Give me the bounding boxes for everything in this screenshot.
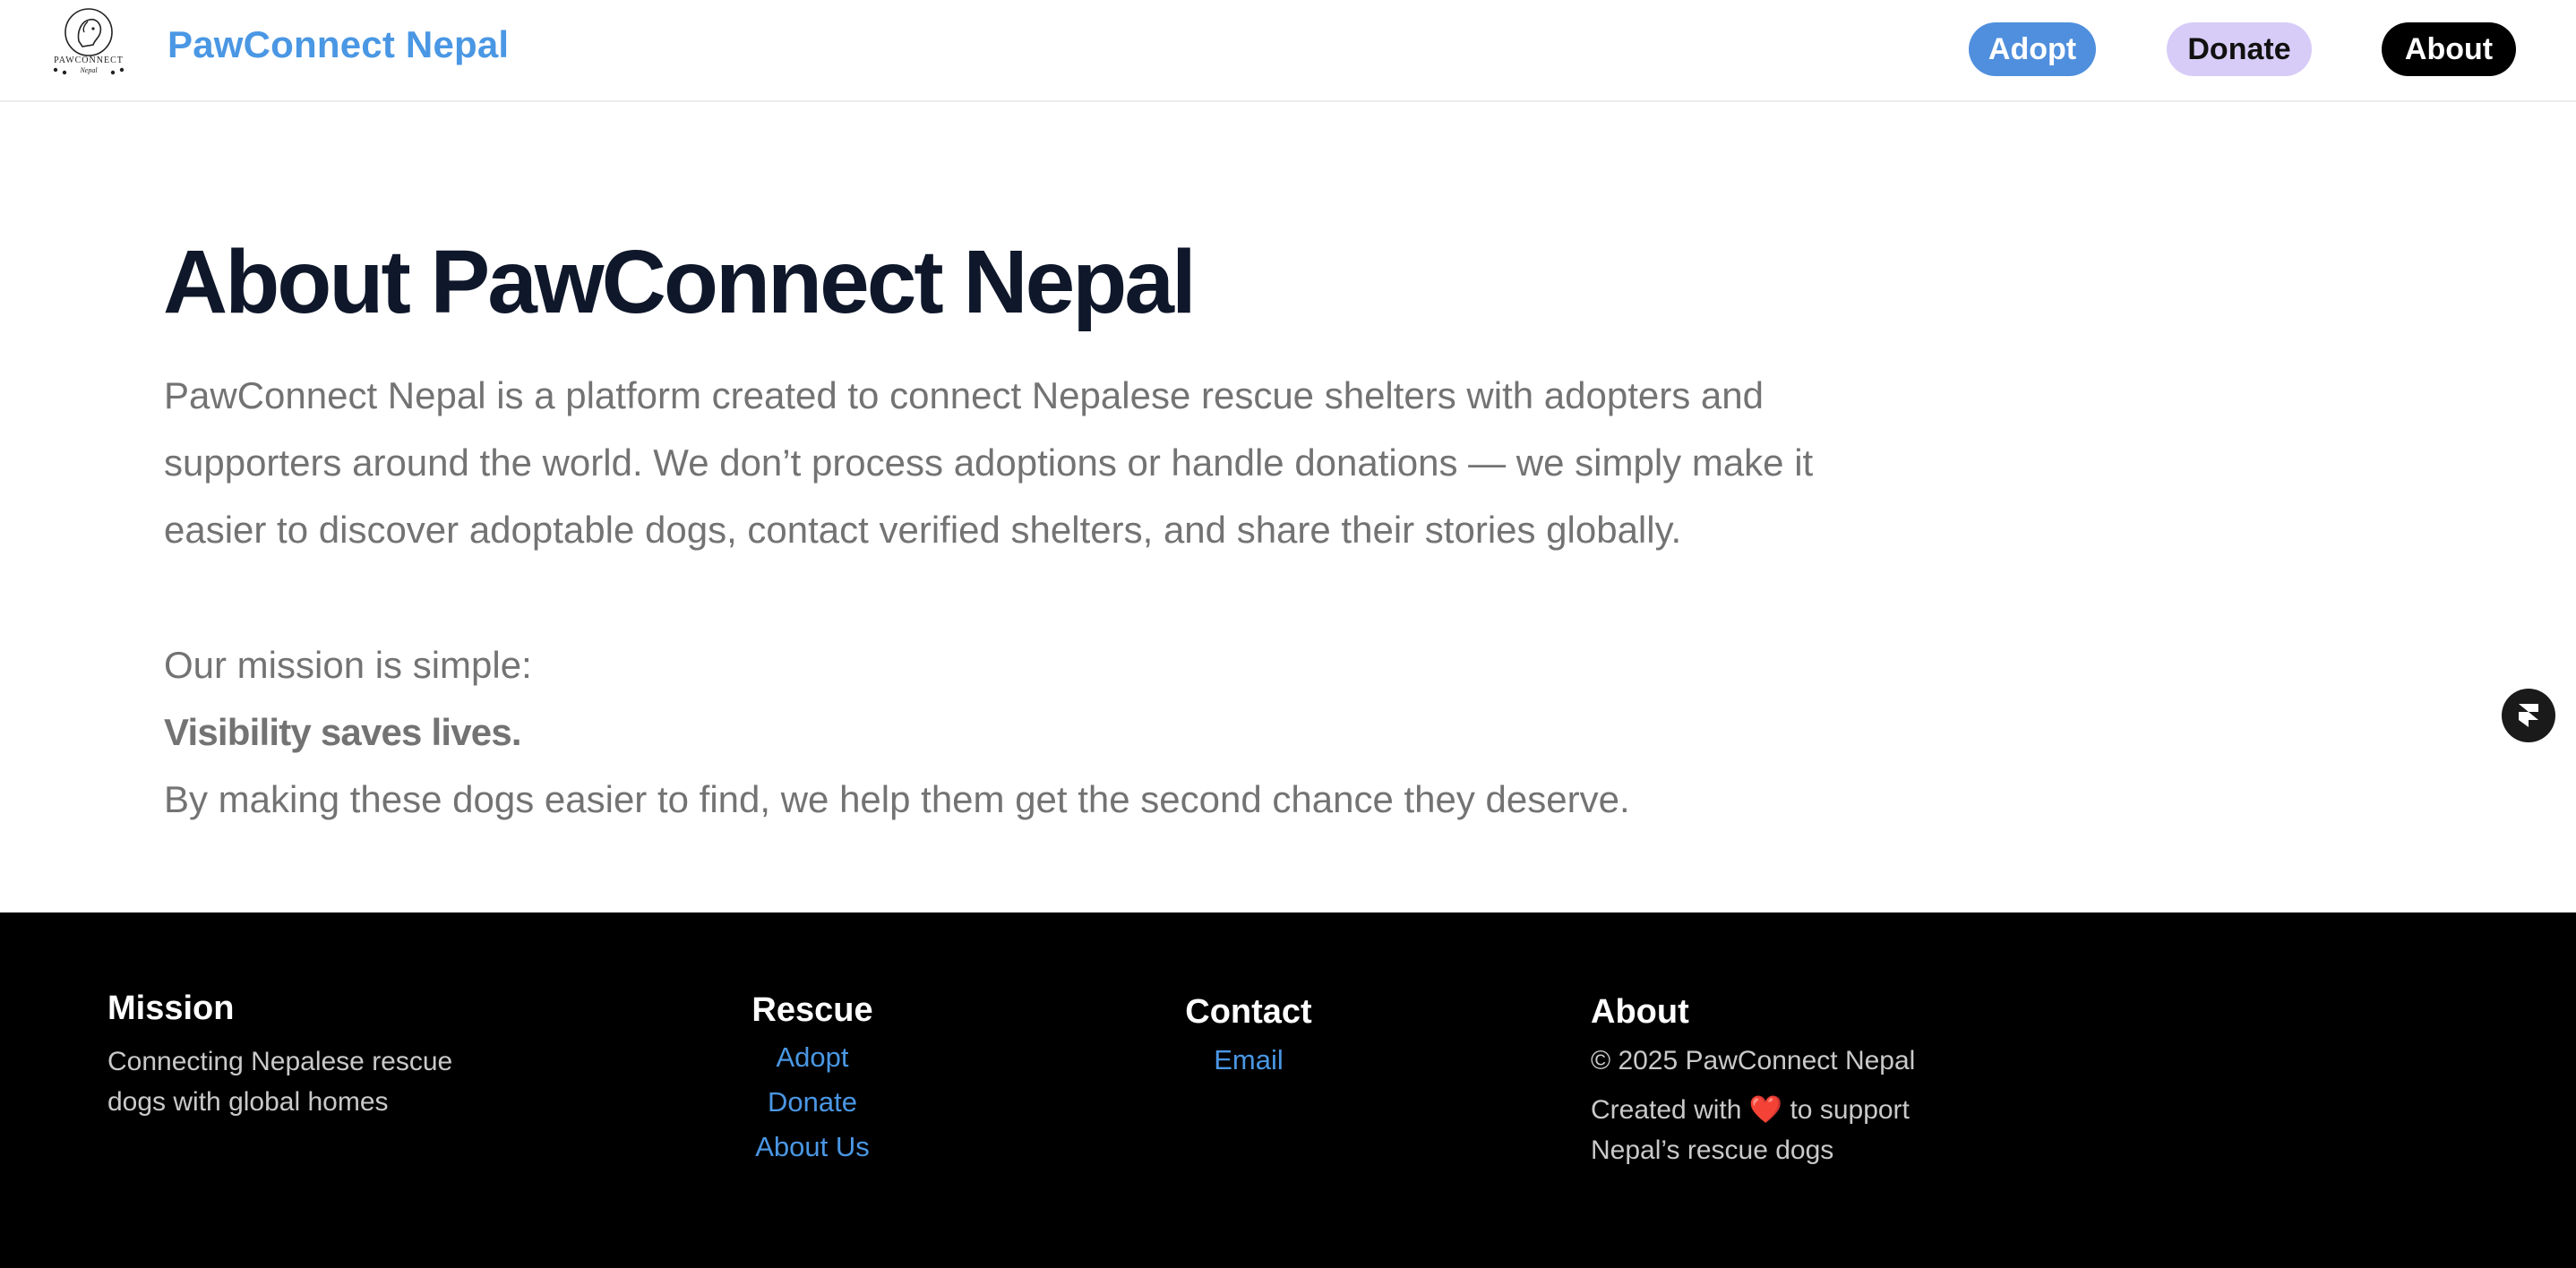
dog-logo-icon[interactable]: PAWCONNECT Nepal (47, 5, 131, 77)
svg-text:PAWCONNECT: PAWCONNECT (54, 56, 124, 65)
footer-link-donate[interactable]: Donate (768, 1086, 857, 1118)
nav-about-button[interactable]: About (2382, 22, 2516, 76)
footer-link-adopt[interactable]: Adopt (776, 1041, 848, 1074)
created-with-text: Created with (1591, 1095, 1742, 1125)
svg-text:Nepal: Nepal (79, 66, 98, 74)
footer-rescue-heading: Rescue (751, 991, 873, 1029)
page-title: About PawConnect Nepal (163, 232, 1197, 332)
intro-paragraph: PawConnect Nepal is a platform created t… (164, 374, 1814, 551)
site-header: PAWCONNECT Nepal PawConnect Nepal Adopt … (0, 0, 2576, 102)
footer-mission-heading: Mission (107, 990, 235, 1027)
nav-adopt-button[interactable]: Adopt (1969, 22, 2096, 76)
footer-about-heading: About (1591, 993, 1689, 1031)
footer-contact-heading: Contact (1185, 993, 1312, 1031)
footer-link-email[interactable]: Email (1214, 1044, 1284, 1076)
mission-lead: Our mission is simple: (164, 644, 532, 686)
framer-icon[interactable] (2502, 689, 2555, 742)
mission-statement: Visibility saves lives. (164, 711, 522, 753)
nav-donate-button[interactable]: Donate (2167, 22, 2312, 76)
brand-name[interactable]: PawConnect Nepal (167, 23, 509, 66)
mission-detail: By making these dogs easier to find, we … (164, 778, 1630, 820)
heart-icon: ❤️ (1748, 1095, 1783, 1125)
site-footer: Mission Connecting Nepalese rescue dogs … (0, 912, 2576, 1268)
footer-mission-text: Connecting Nepalese rescue dogs with glo… (107, 1047, 453, 1117)
footer-link-about-us[interactable]: About Us (755, 1131, 870, 1163)
footer-created-with: Created with ❤️ to support Nepal’s rescu… (1591, 1090, 1967, 1170)
footer-copyright: © 2025 PawConnect Nepal (1591, 1046, 1916, 1075)
